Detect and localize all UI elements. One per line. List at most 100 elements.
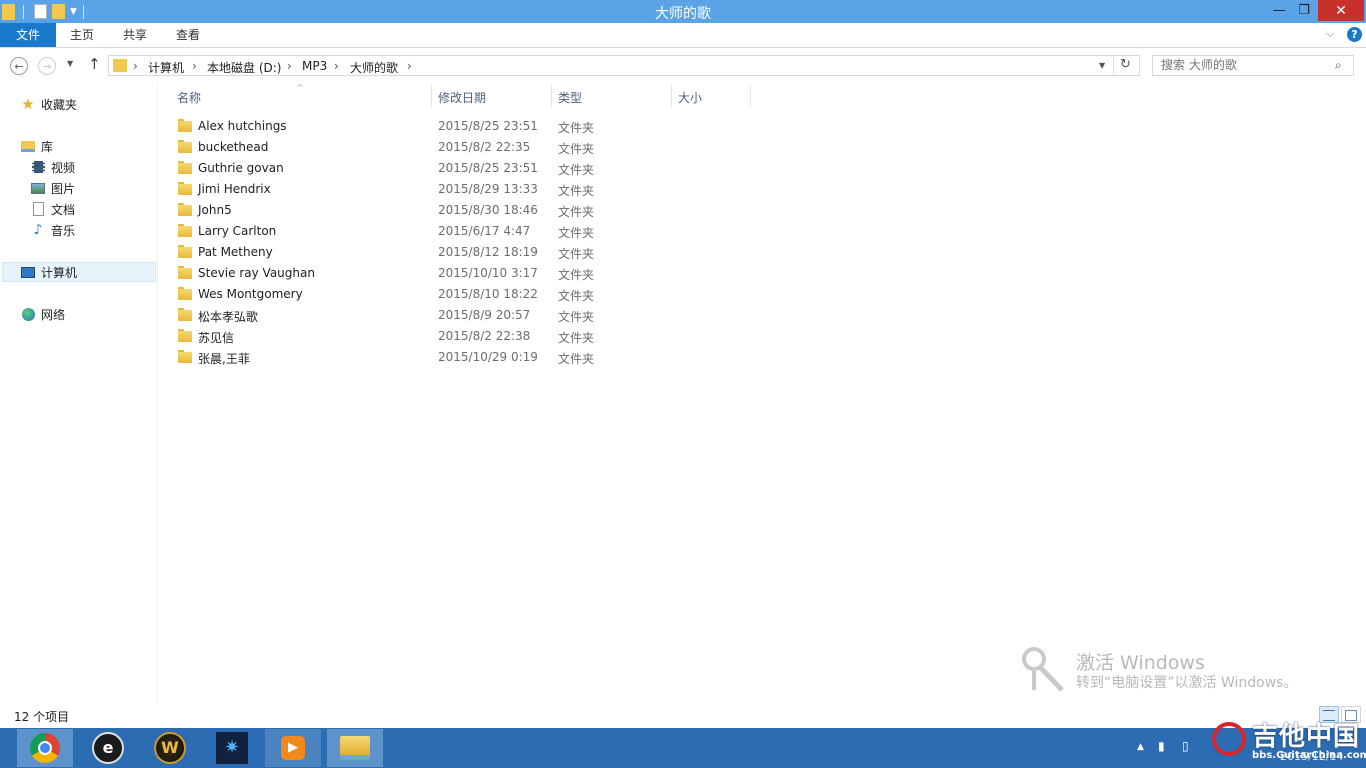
nav-network-label: 网络 — [41, 307, 66, 322]
search-box[interactable]: ⌕ — [1152, 55, 1354, 76]
column-separator[interactable] — [551, 85, 552, 107]
taskbar-chrome[interactable] — [17, 729, 73, 767]
table-row[interactable]: 张晨,王菲 2015/10/29 0:19 文件夹 — [172, 347, 612, 368]
breadcrumb-computer[interactable]: 计算机 — [148, 59, 184, 76]
nav-computer[interactable]: 计算机 — [20, 262, 77, 282]
table-row[interactable]: Larry Carlton 2015/6/17 4:47 文件夹 — [172, 221, 612, 242]
taskbar-wow[interactable]: W — [142, 729, 198, 767]
back-arrow-icon: ← — [14, 59, 24, 73]
library-icon — [20, 138, 36, 154]
tab-home[interactable]: 主页 — [70, 23, 94, 47]
file-type: 文件夹 — [558, 352, 595, 366]
table-row[interactable]: Guthrie govan 2015/8/25 23:51 文件夹 — [172, 158, 612, 179]
breadcrumb-separator-icon[interactable]: › — [192, 59, 197, 73]
nav-network[interactable]: 网络 — [20, 304, 65, 324]
folder-icon — [178, 266, 192, 279]
column-header-size[interactable]: 大小 — [678, 89, 702, 106]
search-input[interactable] — [1161, 58, 1331, 72]
breadcrumb-separator-icon[interactable]: › — [334, 59, 339, 73]
folder-icon — [178, 245, 192, 258]
star-icon: ★ — [21, 95, 35, 113]
column-separator[interactable] — [750, 85, 751, 107]
nav-music[interactable]: ♪ 音乐 — [30, 220, 75, 240]
documents-icon — [30, 201, 46, 217]
nav-videos-label: 视频 — [51, 160, 76, 175]
file-type: 文件夹 — [558, 205, 595, 219]
breadcrumb-local-disk[interactable]: 本地磁盘 (D:) — [207, 59, 281, 76]
breadcrumb-mp3[interactable]: MP3 — [302, 59, 327, 73]
column-header-type[interactable]: 类型 — [558, 89, 582, 106]
refresh-icon[interactable]: ↻ — [1120, 57, 1131, 72]
up-button[interactable]: ↑ — [88, 55, 101, 73]
file-date: 2015/8/2 22:38 — [438, 329, 531, 343]
tab-file[interactable]: 文件 — [0, 23, 56, 47]
table-row[interactable]: 松本孝弘歌 2015/8/9 20:57 文件夹 — [172, 305, 612, 326]
back-button[interactable]: ← — [10, 57, 28, 75]
logo-text: 吉他中国 — [1252, 722, 1361, 752]
folder-icon — [178, 287, 192, 300]
taskbar-media-player[interactable]: ▶ — [265, 729, 321, 767]
show-hidden-icons-icon[interactable]: ▲ — [1137, 742, 1144, 752]
folder-icon — [178, 161, 192, 174]
up-arrow-icon: ↑ — [88, 55, 101, 73]
tab-view[interactable]: 查看 — [176, 23, 200, 47]
taskbar-e-app[interactable]: e — [80, 729, 136, 767]
battery-icon[interactable]: ▯ — [1182, 739, 1189, 753]
forward-arrow-icon: → — [42, 59, 52, 73]
ribbon-tabs: 文件 主页 共享 查看 ⌵ ? — [0, 23, 1366, 48]
network-status-icon[interactable]: ▮ — [1158, 739, 1165, 753]
column-separator[interactable] — [671, 85, 672, 107]
close-button[interactable]: ✕ — [1318, 0, 1364, 21]
nav-favorites[interactable]: ★ 收藏夹 — [20, 94, 77, 114]
file-name: Stevie ray Vaughan — [198, 266, 315, 280]
file-date: 2015/10/29 0:19 — [438, 350, 538, 364]
nav-libraries[interactable]: 库 — [20, 136, 53, 156]
table-row[interactable]: Alex hutchings 2015/8/25 23:51 文件夹 — [172, 116, 612, 137]
file-date: 2015/8/29 13:33 — [438, 182, 538, 196]
column-header-date[interactable]: 修改日期 — [438, 89, 486, 106]
nav-pictures[interactable]: 图片 — [30, 178, 75, 198]
table-row[interactable]: John5 2015/8/30 18:46 文件夹 — [172, 200, 612, 221]
restore-button[interactable]: ❐ — [1287, 0, 1321, 21]
table-row[interactable]: 苏见信 2015/8/2 22:38 文件夹 — [172, 326, 612, 347]
nav-favorites-label: 收藏夹 — [41, 97, 78, 112]
computer-icon — [20, 264, 36, 280]
column-header-name[interactable]: 名称 — [177, 89, 201, 106]
tab-share[interactable]: 共享 — [123, 23, 147, 47]
nav-videos[interactable]: 视频 — [30, 157, 75, 177]
breadcrumb-current-folder[interactable]: 大师的歌 — [350, 59, 398, 76]
table-row[interactable]: Pat Metheny 2015/8/12 18:19 文件夹 — [172, 242, 612, 263]
activation-key-icon — [1022, 646, 1066, 694]
help-icon[interactable]: ? — [1347, 27, 1362, 42]
file-date: 2015/8/10 18:22 — [438, 287, 538, 301]
expand-ribbon-icon[interactable]: ⌵ — [1326, 27, 1334, 41]
table-row[interactable]: buckethead 2015/8/2 22:35 文件夹 — [172, 137, 612, 158]
table-row[interactable]: Wes Montgomery 2015/8/10 18:22 文件夹 — [172, 284, 612, 305]
file-type: 文件夹 — [558, 310, 595, 324]
media-player-icon: ▶ — [281, 736, 305, 760]
file-date: 2015/8/12 18:19 — [438, 245, 538, 259]
guitar-logo-icon — [1212, 722, 1246, 756]
breadcrumb-separator-icon[interactable]: › — [133, 59, 138, 73]
file-date: 2015/10/10 3:17 — [438, 266, 538, 280]
search-icon[interactable]: ⌕ — [1335, 58, 1342, 73]
taskbar-file-explorer[interactable] — [327, 729, 383, 767]
forward-button[interactable]: → — [38, 57, 56, 75]
recent-locations-chevron-icon[interactable]: ▼ — [67, 59, 73, 68]
file-type: 文件夹 — [558, 247, 595, 261]
breadcrumb-separator-icon[interactable]: › — [287, 59, 292, 73]
taskbar-battlenet[interactable]: ✷ — [204, 729, 260, 767]
nav-documents-label: 文档 — [51, 202, 76, 217]
address-bar[interactable]: › 计算机 › 本地磁盘 (D:) › MP3 › 大师的歌 › ▼ ↻ — [108, 55, 1140, 76]
network-icon — [20, 306, 36, 322]
file-name: Jimi Hendrix — [198, 182, 271, 196]
file-type: 文件夹 — [558, 184, 595, 198]
table-row[interactable]: Stevie ray Vaughan 2015/10/10 3:17 文件夹 — [172, 263, 612, 284]
table-row[interactable]: Jimi Hendrix 2015/8/29 13:33 文件夹 — [172, 179, 612, 200]
file-name: buckethead — [198, 140, 269, 154]
nav-documents[interactable]: 文档 — [30, 199, 75, 219]
address-history-chevron-icon[interactable]: ▼ — [1099, 61, 1105, 70]
breadcrumb-separator-icon[interactable]: › — [407, 59, 412, 73]
file-name: Pat Metheny — [198, 245, 273, 259]
column-separator[interactable] — [431, 85, 432, 107]
